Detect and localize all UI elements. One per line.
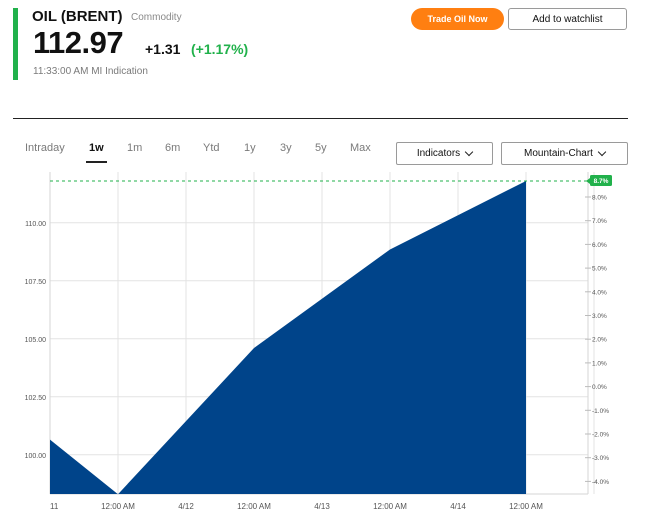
- tab-3y[interactable]: 3y: [280, 142, 292, 154]
- x-axis-tick-label: 12:00 AM: [237, 502, 271, 511]
- right-axis-tick-label: 2.0%: [592, 337, 607, 344]
- current-price: 112.97: [33, 25, 124, 60]
- quote-timestamp: 11:33:00 AM MI Indication: [33, 66, 148, 77]
- right-axis-tick-label: -4.0%: [592, 479, 609, 486]
- tab-1y[interactable]: 1y: [244, 142, 256, 154]
- chart-type-label: Mountain-Chart: [524, 148, 593, 159]
- price-chart[interactable]: 110.00 107.50 105.00 102.50 100.00 8.0% 7.0% 6.…: [0, 0, 651, 520]
- x-axis-tick-label: 12:00 AM: [509, 502, 543, 511]
- right-axis-tick-label: -3.0%: [592, 455, 609, 462]
- add-to-watchlist-button[interactable]: Add to watchlist: [508, 8, 627, 30]
- x-axis-tick-label: 12:00 AM: [101, 502, 135, 511]
- right-axis-tick-label: -1.0%: [592, 408, 609, 415]
- chart-type-dropdown[interactable]: Mountain-Chart: [501, 142, 628, 165]
- instrument-type: Commodity: [131, 12, 182, 23]
- y-axis-tick-label: 110.00: [25, 221, 46, 228]
- tab-1m[interactable]: 1m: [127, 142, 142, 154]
- tab-max[interactable]: Max: [350, 142, 371, 154]
- right-axis-tick-label: 0.0%: [592, 384, 607, 391]
- right-axis-tick-label: 8.0%: [592, 195, 607, 202]
- tab-6m[interactable]: 6m: [165, 142, 180, 154]
- x-axis-tick-label: 4/13: [314, 502, 330, 511]
- x-axis-tick-label: 11: [50, 502, 59, 511]
- chevron-down-icon: [464, 147, 474, 157]
- last-value-badge-label: 8.7%: [594, 178, 609, 185]
- accent-bar: [13, 8, 18, 80]
- indicators-label: Indicators: [416, 148, 461, 159]
- right-axis-tick-label: 3.0%: [592, 313, 607, 320]
- chevron-down-icon: [597, 147, 607, 157]
- section-divider: [13, 118, 628, 119]
- trade-oil-button[interactable]: Trade Oil Now: [411, 8, 504, 30]
- y-axis-tick-label: 102.50: [25, 395, 47, 402]
- right-axis-tick-label: -2.0%: [592, 432, 609, 439]
- tab-intraday[interactable]: Intraday: [25, 142, 65, 154]
- badge-pointer: [586, 178, 590, 184]
- indicators-dropdown[interactable]: Indicators: [396, 142, 493, 165]
- y-axis-tick-label: 100.00: [25, 453, 47, 460]
- right-axis-tick-label: 5.0%: [592, 266, 607, 273]
- right-axis-tick-label: 7.0%: [592, 218, 607, 225]
- price-change: +1.31: [145, 41, 181, 57]
- instrument-title: OIL (BRENT): [32, 8, 123, 25]
- y-axis-tick-label: 105.00: [25, 337, 47, 344]
- x-axis-tick-label: 12:00 AM: [373, 502, 407, 511]
- last-value-badge: [590, 175, 612, 186]
- tab-1w[interactable]: 1w: [89, 142, 104, 154]
- tab-5y[interactable]: 5y: [315, 142, 327, 154]
- price-change-percent: (+1.17%): [191, 41, 249, 57]
- active-tab-indicator: [86, 161, 107, 163]
- tab-ytd[interactable]: Ytd: [203, 142, 220, 154]
- price-area-series: [50, 181, 526, 495]
- y-axis-tick-label: 107.50: [25, 279, 47, 286]
- right-axis-tick-label: 4.0%: [592, 289, 607, 296]
- right-axis-tick-label: 6.0%: [592, 242, 607, 249]
- x-axis-tick-label: 4/14: [450, 502, 466, 511]
- right-axis-tick-label: 1.0%: [592, 360, 607, 367]
- x-axis-tick-label: 4/12: [178, 502, 194, 511]
